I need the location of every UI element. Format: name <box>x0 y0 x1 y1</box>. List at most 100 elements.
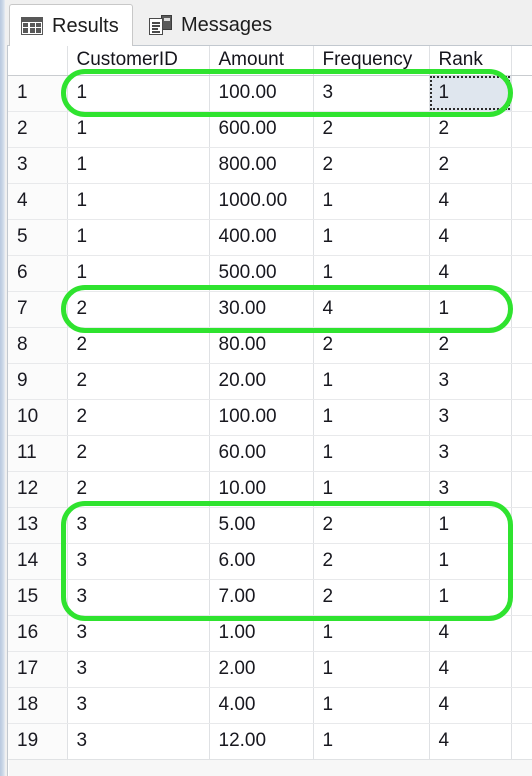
row-number-cell[interactable]: 12 <box>8 471 68 508</box>
cell-rank[interactable]: 2 <box>429 147 512 184</box>
cell-rank[interactable]: 4 <box>429 219 512 256</box>
tab-results[interactable]: Results <box>9 4 133 46</box>
table-row[interactable]: 5 1 400.00 1 4 <box>8 219 532 256</box>
table-row[interactable]: 9 2 20.00 1 3 <box>8 363 532 400</box>
cell-frequency[interactable]: 1 <box>313 363 430 400</box>
row-number-cell[interactable]: 2 <box>8 111 68 148</box>
cell-rank[interactable]: 3 <box>429 399 512 436</box>
cell-amount[interactable]: 10.00 <box>209 471 314 508</box>
cell-customerid[interactable]: 1 <box>67 111 210 148</box>
table-row[interactable]: 3 1 800.00 2 2 <box>8 147 532 184</box>
cell-customerid[interactable]: 3 <box>67 579 210 616</box>
cell-customerid[interactable]: 3 <box>67 543 210 580</box>
cell-amount[interactable]: 6.00 <box>209 543 314 580</box>
cell-amount[interactable]: 400.00 <box>209 219 314 256</box>
row-number-cell[interactable]: 4 <box>8 183 68 220</box>
cell-amount[interactable]: 1000.00 <box>209 183 314 220</box>
column-header-customerid[interactable]: CustomerID <box>67 46 210 76</box>
cell-amount[interactable]: 100.00 <box>209 75 314 112</box>
cell-customerid[interactable]: 2 <box>67 291 210 328</box>
cell-rank[interactable]: 1 <box>429 579 512 616</box>
column-header-frequency[interactable]: Frequency <box>313 46 430 76</box>
row-number-cell[interactable]: 19 <box>8 723 68 760</box>
cell-rank-focused[interactable]: 1 <box>429 75 512 112</box>
cell-frequency[interactable]: 2 <box>313 147 430 184</box>
table-row[interactable]: 7 2 30.00 4 1 <box>8 291 532 328</box>
table-row[interactable]: 16 3 1.00 1 4 <box>8 615 532 652</box>
cell-frequency[interactable]: 1 <box>313 399 430 436</box>
row-number-cell[interactable]: 6 <box>8 255 68 292</box>
row-number-cell[interactable]: 18 <box>8 687 68 724</box>
table-row[interactable]: 14 3 6.00 2 1 <box>8 543 532 580</box>
cell-amount[interactable]: 500.00 <box>209 255 314 292</box>
cell-amount[interactable]: 7.00 <box>209 579 314 616</box>
cell-rank[interactable]: 4 <box>429 687 512 724</box>
cell-rank[interactable]: 1 <box>429 507 512 544</box>
cell-customerid[interactable]: 3 <box>67 651 210 688</box>
cell-amount[interactable]: 100.00 <box>209 399 314 436</box>
table-row[interactable]: 10 2 100.00 1 3 <box>8 399 532 436</box>
cell-customerid[interactable]: 1 <box>67 147 210 184</box>
cell-rank[interactable]: 4 <box>429 723 512 760</box>
cell-customerid[interactable]: 1 <box>67 75 210 112</box>
cell-amount[interactable]: 20.00 <box>209 363 314 400</box>
cell-frequency[interactable]: 2 <box>313 579 430 616</box>
table-row[interactable]: 6 1 500.00 1 4 <box>8 255 532 292</box>
cell-frequency[interactable]: 2 <box>313 327 430 364</box>
row-number-cell[interactable]: 7 <box>8 291 68 328</box>
cell-customerid[interactable]: 1 <box>67 219 210 256</box>
cell-customerid[interactable]: 3 <box>67 615 210 652</box>
table-row[interactable]: 13 3 5.00 2 1 <box>8 507 532 544</box>
cell-amount[interactable]: 80.00 <box>209 327 314 364</box>
cell-customerid[interactable]: 3 <box>67 507 210 544</box>
cell-customerid[interactable]: 2 <box>67 399 210 436</box>
cell-frequency[interactable]: 2 <box>313 111 430 148</box>
cell-frequency[interactable]: 4 <box>313 291 430 328</box>
cell-amount[interactable]: 12.00 <box>209 723 314 760</box>
table-row[interactable]: 18 3 4.00 1 4 <box>8 687 532 724</box>
cell-rank[interactable]: 3 <box>429 471 512 508</box>
cell-frequency[interactable]: 1 <box>313 183 430 220</box>
cell-amount[interactable]: 2.00 <box>209 651 314 688</box>
table-row[interactable]: 4 1 1000.00 1 4 <box>8 183 532 220</box>
cell-frequency[interactable]: 1 <box>313 651 430 688</box>
row-number-cell[interactable]: 3 <box>8 147 68 184</box>
table-row[interactable]: 2 1 600.00 2 2 <box>8 111 532 148</box>
cell-rank[interactable]: 3 <box>429 363 512 400</box>
cell-rank[interactable]: 4 <box>429 255 512 292</box>
cell-amount[interactable]: 30.00 <box>209 291 314 328</box>
cell-frequency[interactable]: 1 <box>313 219 430 256</box>
row-number-cell[interactable]: 17 <box>8 651 68 688</box>
table-row[interactable]: 8 2 80.00 2 2 <box>8 327 532 364</box>
row-number-cell[interactable]: 15 <box>8 579 68 616</box>
cell-frequency[interactable]: 1 <box>313 723 430 760</box>
cell-customerid[interactable]: 2 <box>67 363 210 400</box>
rownum-column-header[interactable] <box>8 46 68 76</box>
cell-customerid[interactable]: 2 <box>67 471 210 508</box>
cell-frequency[interactable]: 1 <box>313 615 430 652</box>
cell-frequency[interactable]: 1 <box>313 471 430 508</box>
table-row[interactable]: 15 3 7.00 2 1 <box>8 579 532 616</box>
table-row[interactable]: 19 3 12.00 1 4 <box>8 723 532 760</box>
row-number-cell[interactable]: 16 <box>8 615 68 652</box>
cell-customerid[interactable]: 2 <box>67 327 210 364</box>
cell-customerid[interactable]: 2 <box>67 435 210 472</box>
tab-messages[interactable]: Messages <box>138 4 285 46</box>
cell-frequency[interactable]: 1 <box>313 435 430 472</box>
cell-rank[interactable]: 3 <box>429 435 512 472</box>
cell-rank[interactable]: 1 <box>429 543 512 580</box>
cell-amount[interactable]: 1.00 <box>209 615 314 652</box>
cell-amount[interactable]: 4.00 <box>209 687 314 724</box>
table-row[interactable]: 17 3 2.00 1 4 <box>8 651 532 688</box>
cell-customerid[interactable]: 1 <box>67 255 210 292</box>
cell-customerid[interactable]: 3 <box>67 687 210 724</box>
cell-amount[interactable]: 600.00 <box>209 111 314 148</box>
cell-customerid[interactable]: 3 <box>67 723 210 760</box>
cell-frequency[interactable]: 1 <box>313 255 430 292</box>
cell-rank[interactable]: 4 <box>429 183 512 220</box>
cell-amount[interactable]: 800.00 <box>209 147 314 184</box>
cell-rank[interactable]: 4 <box>429 651 512 688</box>
column-header-rank[interactable]: Rank <box>429 46 512 76</box>
cell-rank[interactable]: 1 <box>429 291 512 328</box>
cell-amount[interactable]: 60.00 <box>209 435 314 472</box>
